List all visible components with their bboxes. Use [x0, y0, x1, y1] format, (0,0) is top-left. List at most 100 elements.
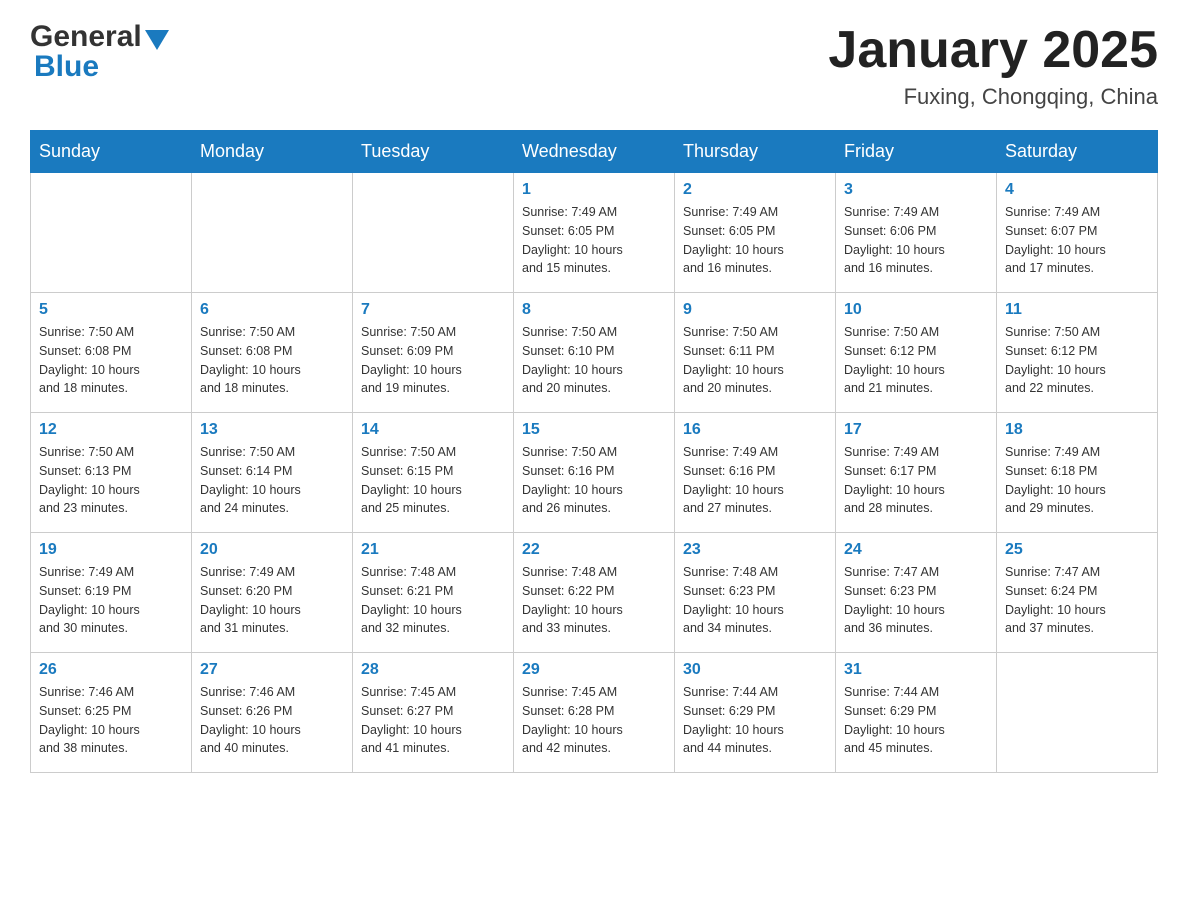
calendar-week-1: 1 Sunrise: 7:49 AMSunset: 6:05 PMDaylight…: [31, 173, 1158, 293]
calendar-cell-w2-d6: 10 Sunrise: 7:50 AMSunset: 6:12 PMDayligh…: [836, 293, 997, 413]
day-number: 2: [683, 181, 827, 199]
calendar-cell-w4-d2: 20Sunrise: 7:49 AMSunset: 6:20 PMDayligh…: [192, 533, 353, 653]
day-info: Sunrise: 7:50 AMSunset: 6:12 PMDaylight:…: [844, 323, 988, 398]
page-header: General Blue January 2025 Fuxing, Chongq…: [30, 20, 1158, 110]
calendar-cell-w1-d2: [192, 173, 353, 293]
title-section: January 2025 Fuxing, Chongqing, China: [828, 20, 1158, 110]
day-number: 13: [200, 421, 344, 439]
day-number: 4: [1005, 181, 1149, 199]
calendar-header-row: SundayMondayTuesdayWednesdayThursdayFrid…: [31, 131, 1158, 173]
calendar-cell-w1-d7: 4 Sunrise: 7:49 AMSunset: 6:07 PMDaylight…: [997, 173, 1158, 293]
day-number: 10: [844, 301, 988, 319]
calendar-cell-w4-d5: 23 Sunrise: 7:48 AMSunset: 6:23 PMDayligh…: [675, 533, 836, 653]
calendar-cell-w5-d4: 29 Sunrise: 7:45 AMSunset: 6:28 PMDayligh…: [514, 653, 675, 773]
calendar-cell-w3-d2: 13 Sunrise: 7:50 AMSunset: 6:14 PMDayligh…: [192, 413, 353, 533]
calendar-cell-w3-d5: 16Sunrise: 7:49 AMSunset: 6:16 PMDayligh…: [675, 413, 836, 533]
day-number: 7: [361, 301, 505, 319]
day-number: 20: [200, 541, 344, 559]
day-number: 1: [522, 181, 666, 199]
day-number: 30: [683, 661, 827, 679]
day-info: Sunrise: 7:45 AMSunset: 6:28 PMDaylight:…: [522, 683, 666, 758]
day-number: 11: [1005, 301, 1149, 319]
day-info: Sunrise: 7:49 AMSunset: 6:05 PMDaylight:…: [522, 203, 666, 278]
day-number: 29: [522, 661, 666, 679]
logo-triangle-icon: [145, 30, 169, 50]
day-number: 31: [844, 661, 988, 679]
day-info: Sunrise: 7:50 AMSunset: 6:16 PMDaylight:…: [522, 443, 666, 518]
day-number: 28: [361, 661, 505, 679]
day-info: Sunrise: 7:49 AMSunset: 6:18 PMDaylight:…: [1005, 443, 1149, 518]
day-info: Sunrise: 7:50 AMSunset: 6:15 PMDaylight:…: [361, 443, 505, 518]
calendar-cell-w4-d1: 19 Sunrise: 7:49 AMSunset: 6:19 PMDayligh…: [31, 533, 192, 653]
day-info: Sunrise: 7:50 AMSunset: 6:13 PMDaylight:…: [39, 443, 183, 518]
header-tuesday: Tuesday: [353, 131, 514, 173]
header-friday: Friday: [836, 131, 997, 173]
day-info: Sunrise: 7:47 AMSunset: 6:24 PMDaylight:…: [1005, 563, 1149, 638]
day-number: 17: [844, 421, 988, 439]
calendar-cell-w4-d3: 21 Sunrise: 7:48 AMSunset: 6:21 PMDayligh…: [353, 533, 514, 653]
day-info: Sunrise: 7:49 AMSunset: 6:05 PMDaylight:…: [683, 203, 827, 278]
day-number: 3: [844, 181, 988, 199]
calendar-cell-w1-d3: [353, 173, 514, 293]
calendar-cell-w2-d5: 9 Sunrise: 7:50 AMSunset: 6:11 PMDaylight…: [675, 293, 836, 413]
day-info: Sunrise: 7:48 AMSunset: 6:23 PMDaylight:…: [683, 563, 827, 638]
calendar-cell-w3-d6: 17 Sunrise: 7:49 AMSunset: 6:17 PMDayligh…: [836, 413, 997, 533]
day-number: 8: [522, 301, 666, 319]
day-info: Sunrise: 7:50 AMSunset: 6:14 PMDaylight:…: [200, 443, 344, 518]
calendar-table: SundayMondayTuesdayWednesdayThursdayFrid…: [30, 130, 1158, 773]
day-info: Sunrise: 7:48 AMSunset: 6:22 PMDaylight:…: [522, 563, 666, 638]
day-info: Sunrise: 7:49 AMSunset: 6:06 PMDaylight:…: [844, 203, 988, 278]
day-number: 22: [522, 541, 666, 559]
day-info: Sunrise: 7:50 AMSunset: 6:09 PMDaylight:…: [361, 323, 505, 398]
calendar-cell-w3-d7: 18Sunrise: 7:49 AMSunset: 6:18 PMDayligh…: [997, 413, 1158, 533]
calendar-cell-w1-d4: 1 Sunrise: 7:49 AMSunset: 6:05 PMDaylight…: [514, 173, 675, 293]
calendar-cell-w1-d1: [31, 173, 192, 293]
logo-blue-text: Blue: [34, 50, 99, 84]
day-number: 23: [683, 541, 827, 559]
calendar-week-3: 12Sunrise: 7:50 AMSunset: 6:13 PMDayligh…: [31, 413, 1158, 533]
location: Fuxing, Chongqing, China: [828, 84, 1158, 110]
day-info: Sunrise: 7:49 AMSunset: 6:17 PMDaylight:…: [844, 443, 988, 518]
calendar-cell-w5-d1: 26 Sunrise: 7:46 AMSunset: 6:25 PMDayligh…: [31, 653, 192, 773]
calendar-cell-w2-d4: 8 Sunrise: 7:50 AMSunset: 6:10 PMDaylight…: [514, 293, 675, 413]
day-info: Sunrise: 7:50 AMSunset: 6:11 PMDaylight:…: [683, 323, 827, 398]
day-info: Sunrise: 7:44 AMSunset: 6:29 PMDaylight:…: [683, 683, 827, 758]
calendar-week-5: 26 Sunrise: 7:46 AMSunset: 6:25 PMDayligh…: [31, 653, 1158, 773]
day-number: 26: [39, 661, 183, 679]
day-number: 5: [39, 301, 183, 319]
month-title: January 2025: [828, 20, 1158, 80]
calendar-cell-w5-d2: 27 Sunrise: 7:46 AMSunset: 6:26 PMDayligh…: [192, 653, 353, 773]
day-info: Sunrise: 7:46 AMSunset: 6:25 PMDaylight:…: [39, 683, 183, 758]
calendar-cell-w5-d5: 30 Sunrise: 7:44 AMSunset: 6:29 PMDayligh…: [675, 653, 836, 773]
day-number: 14: [361, 421, 505, 439]
day-number: 15: [522, 421, 666, 439]
day-number: 19: [39, 541, 183, 559]
day-info: Sunrise: 7:44 AMSunset: 6:29 PMDaylight:…: [844, 683, 988, 758]
day-info: Sunrise: 7:46 AMSunset: 6:26 PMDaylight:…: [200, 683, 344, 758]
calendar-cell-w3-d4: 15 Sunrise: 7:50 AMSunset: 6:16 PMDayligh…: [514, 413, 675, 533]
day-number: 21: [361, 541, 505, 559]
calendar-cell-w5-d3: 28Sunrise: 7:45 AMSunset: 6:27 PMDayligh…: [353, 653, 514, 773]
calendar-week-2: 5 Sunrise: 7:50 AMSunset: 6:08 PMDaylight…: [31, 293, 1158, 413]
day-info: Sunrise: 7:49 AMSunset: 6:07 PMDaylight:…: [1005, 203, 1149, 278]
day-number: 25: [1005, 541, 1149, 559]
day-number: 9: [683, 301, 827, 319]
day-info: Sunrise: 7:50 AMSunset: 6:08 PMDaylight:…: [39, 323, 183, 398]
header-monday: Monday: [192, 131, 353, 173]
calendar-cell-w4-d7: 25 Sunrise: 7:47 AMSunset: 6:24 PMDayligh…: [997, 533, 1158, 653]
day-info: Sunrise: 7:49 AMSunset: 6:19 PMDaylight:…: [39, 563, 183, 638]
calendar-cell-w2-d1: 5 Sunrise: 7:50 AMSunset: 6:08 PMDaylight…: [31, 293, 192, 413]
calendar-cell-w1-d5: 2 Sunrise: 7:49 AMSunset: 6:05 PMDaylight…: [675, 173, 836, 293]
header-sunday: Sunday: [31, 131, 192, 173]
day-number: 27: [200, 661, 344, 679]
header-wednesday: Wednesday: [514, 131, 675, 173]
calendar-cell-w1-d6: 3 Sunrise: 7:49 AMSunset: 6:06 PMDaylight…: [836, 173, 997, 293]
calendar-week-4: 19 Sunrise: 7:49 AMSunset: 6:19 PMDayligh…: [31, 533, 1158, 653]
day-info: Sunrise: 7:50 AMSunset: 6:10 PMDaylight:…: [522, 323, 666, 398]
day-info: Sunrise: 7:48 AMSunset: 6:21 PMDaylight:…: [361, 563, 505, 638]
calendar-cell-w3-d3: 14 Sunrise: 7:50 AMSunset: 6:15 PMDayligh…: [353, 413, 514, 533]
calendar-cell-w2-d2: 6Sunrise: 7:50 AMSunset: 6:08 PMDaylight…: [192, 293, 353, 413]
day-number: 16: [683, 421, 827, 439]
calendar-cell-w5-d7: [997, 653, 1158, 773]
calendar-cell-w2-d7: 11Sunrise: 7:50 AMSunset: 6:12 PMDayligh…: [997, 293, 1158, 413]
